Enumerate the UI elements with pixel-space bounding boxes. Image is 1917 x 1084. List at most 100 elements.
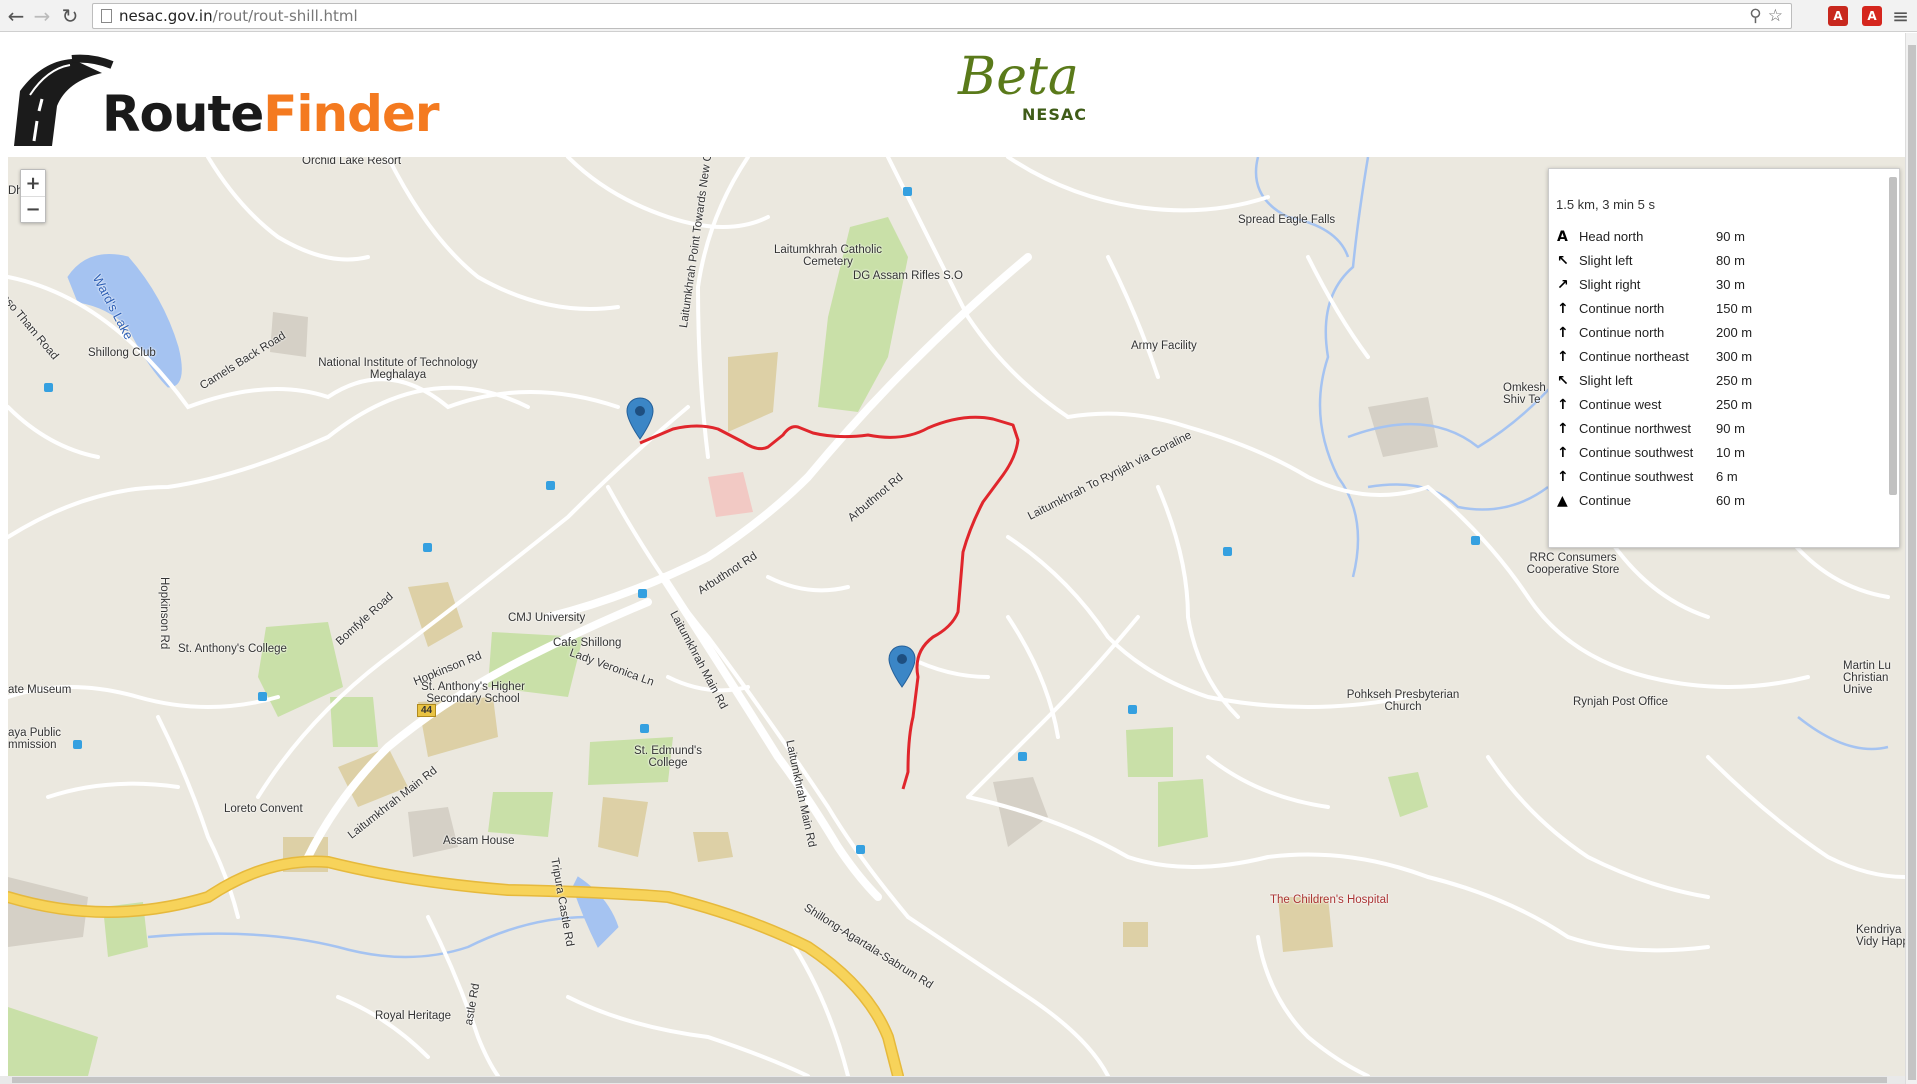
bus-stop-icon [638, 589, 647, 598]
route-summary: 1.5 km, 3 min 5 s [1556, 197, 1655, 212]
address-bar[interactable]: nesac.gov.in/rout/rout-shill.html ⚲ ☆ [92, 3, 1792, 29]
horizontal-scrollbar[interactable] [0, 1076, 1905, 1084]
page-scrollbar-thumb[interactable] [1908, 45, 1916, 1080]
logo-word-finder: Finder [263, 85, 439, 143]
label-public-commission: aya Public mmission [8, 727, 62, 751]
step-instruction: Continue north [1579, 325, 1665, 340]
label-museum: ate Museum [8, 684, 72, 696]
label-childrens-hospital: The Children's Hospital [1270, 894, 1389, 906]
straight-icon: ↑ [1557, 397, 1569, 413]
step-instruction: Slight right [1579, 277, 1641, 292]
step-instruction: Head north [1579, 229, 1644, 244]
url-text: nesac.gov.in/rout/rout-shill.html [119, 7, 358, 25]
highway-shield: 44 [417, 704, 437, 717]
bookmark-star-icon[interactable]: ☆ [1768, 6, 1783, 26]
step-instruction: Continue northwest [1579, 421, 1692, 436]
menu-icon[interactable]: ≡ [1892, 4, 1909, 28]
direction-step[interactable]: ↑ Continue north 150 m [1557, 301, 1887, 325]
bus-stop-icon [44, 383, 53, 392]
start-marker-icon[interactable] [626, 397, 654, 441]
label-rynjah-post-office: Rynjah Post Office [1573, 696, 1669, 708]
direction-step[interactable]: ↑ Continue north 200 m [1557, 325, 1887, 349]
step-distance: 10 m [1716, 445, 1745, 460]
label-assam-rifles: DG Assam Rifles S.O [853, 270, 963, 282]
direction-step[interactable]: ↑ Continue southwest 6 m [1557, 469, 1887, 493]
label-loreto-convent: Loreto Convent [224, 803, 303, 815]
directions-panel[interactable]: 1.5 km, 3 min 5 s A Head north 90 m ↖ Slight… [1548, 168, 1900, 548]
direction-step[interactable]: ↑ Continue northwest 90 m [1557, 421, 1887, 445]
horizontal-scrollbar-thumb[interactable] [12, 1077, 1887, 1083]
bus-stop-icon [546, 481, 555, 490]
step-distance: 250 m [1716, 397, 1753, 412]
straight-icon: ↑ [1557, 301, 1569, 317]
straight-icon: ↑ [1557, 325, 1569, 341]
main-roads [304, 253, 1032, 901]
page-header: RouteFinder Beta NESAC [0, 33, 1905, 157]
slight-right-icon: ↗ [1557, 277, 1569, 293]
bus-stop-icon [1223, 547, 1232, 556]
label-martin-luther: Martin Lu Christian Unive [1843, 660, 1891, 696]
label-hopkinson-rd-1: Hopkinson Rd [158, 577, 170, 650]
step-instruction: Continue southwest [1579, 469, 1694, 484]
label-spread-eagle-falls: Spread Eagle Falls [1238, 214, 1336, 226]
step-instruction: Continue west [1579, 397, 1662, 412]
bus-stop-icon [258, 692, 267, 701]
directions-scrollbar[interactable] [1889, 177, 1897, 495]
step-instruction: Slight left [1579, 373, 1633, 388]
zoom-control: + − [20, 169, 46, 223]
direction-step[interactable]: ▲ Continue 60 m [1557, 493, 1887, 517]
bus-stop-icon [423, 543, 432, 552]
end-marker-icon[interactable] [888, 645, 916, 689]
browser-toolbar: ← → ↻ nesac.gov.in/rout/rout-shill.html … [0, 0, 1917, 32]
step-instruction: Continue southwest [1579, 445, 1694, 460]
nesac-label: NESAC [1022, 105, 1087, 124]
direction-step[interactable]: ↖ Slight left 250 m [1557, 373, 1887, 397]
page-scrollbar[interactable] [1905, 33, 1917, 1084]
label-orchid-lake: Orchid Lake Resort [302, 157, 402, 167]
zoom-icon[interactable]: ⚲ [1749, 6, 1761, 26]
start-marker-icon: A [1557, 229, 1568, 245]
direction-step[interactable]: ↖ Slight left 80 m [1557, 253, 1887, 277]
step-distance: 250 m [1716, 373, 1753, 388]
reload-button[interactable]: ↻ [58, 4, 82, 28]
label-st-edmunds: St. Edmund's College [633, 745, 703, 769]
step-distance: 90 m [1716, 229, 1745, 244]
beta-label: Beta [958, 47, 1079, 107]
bus-stop-icon [856, 845, 865, 854]
straight-icon: ↑ [1557, 469, 1569, 485]
acrobat-extension-icon[interactable]: A [1862, 6, 1882, 26]
zoom-out-button[interactable]: − [21, 196, 45, 222]
step-distance: 30 m [1716, 277, 1745, 292]
label-catholic-cemetery: Laitumkhrah Catholic Cemetery [773, 244, 883, 268]
step-instruction: Slight left [1579, 253, 1633, 268]
hospital-area [708, 472, 753, 517]
page-icon [101, 9, 112, 23]
direction-step[interactable]: ↑ Continue northeast 300 m [1557, 349, 1887, 373]
bus-stop-icon [1018, 752, 1027, 761]
slight-left-icon: ↖ [1557, 253, 1569, 269]
logo-word-route: Route [102, 85, 264, 143]
label-rrc-store: RRC Consumers Cooperative Store [1526, 552, 1620, 576]
direction-step[interactable]: ↑ Continue west 250 m [1557, 397, 1887, 421]
step-distance: 6 m [1716, 469, 1738, 484]
label-st-anthonys-college: St. Anthony's College [178, 643, 287, 655]
direction-step[interactable]: ↑ Continue southwest 10 m [1557, 445, 1887, 469]
straight-icon: ↑ [1557, 445, 1569, 461]
straight-icon: ↑ [1557, 421, 1569, 437]
label-shillong-club: Shillong Club [88, 347, 156, 359]
label-assam-house: Assam House [443, 835, 515, 847]
step-instruction: Continue north [1579, 301, 1665, 316]
label-cafe-shillong: Cafe Shillong [553, 637, 622, 649]
pdf-extension-icon[interactable]: A [1828, 6, 1848, 26]
label-kendriya: Kendriya Vidy Happy [1856, 924, 1905, 948]
bus-stop-icon [903, 187, 912, 196]
forward-button[interactable]: → [30, 4, 54, 28]
zoom-in-button[interactable]: + [21, 170, 45, 196]
step-instruction: Continue [1579, 493, 1632, 508]
direction-step[interactable]: A Head north 90 m [1557, 229, 1887, 253]
step-distance: 90 m [1716, 421, 1745, 436]
step-distance: 60 m [1716, 493, 1745, 508]
back-button[interactable]: ← [4, 4, 28, 28]
direction-step[interactable]: ↗ Slight right 30 m [1557, 277, 1887, 301]
step-instruction: Continue northeast [1579, 349, 1689, 364]
